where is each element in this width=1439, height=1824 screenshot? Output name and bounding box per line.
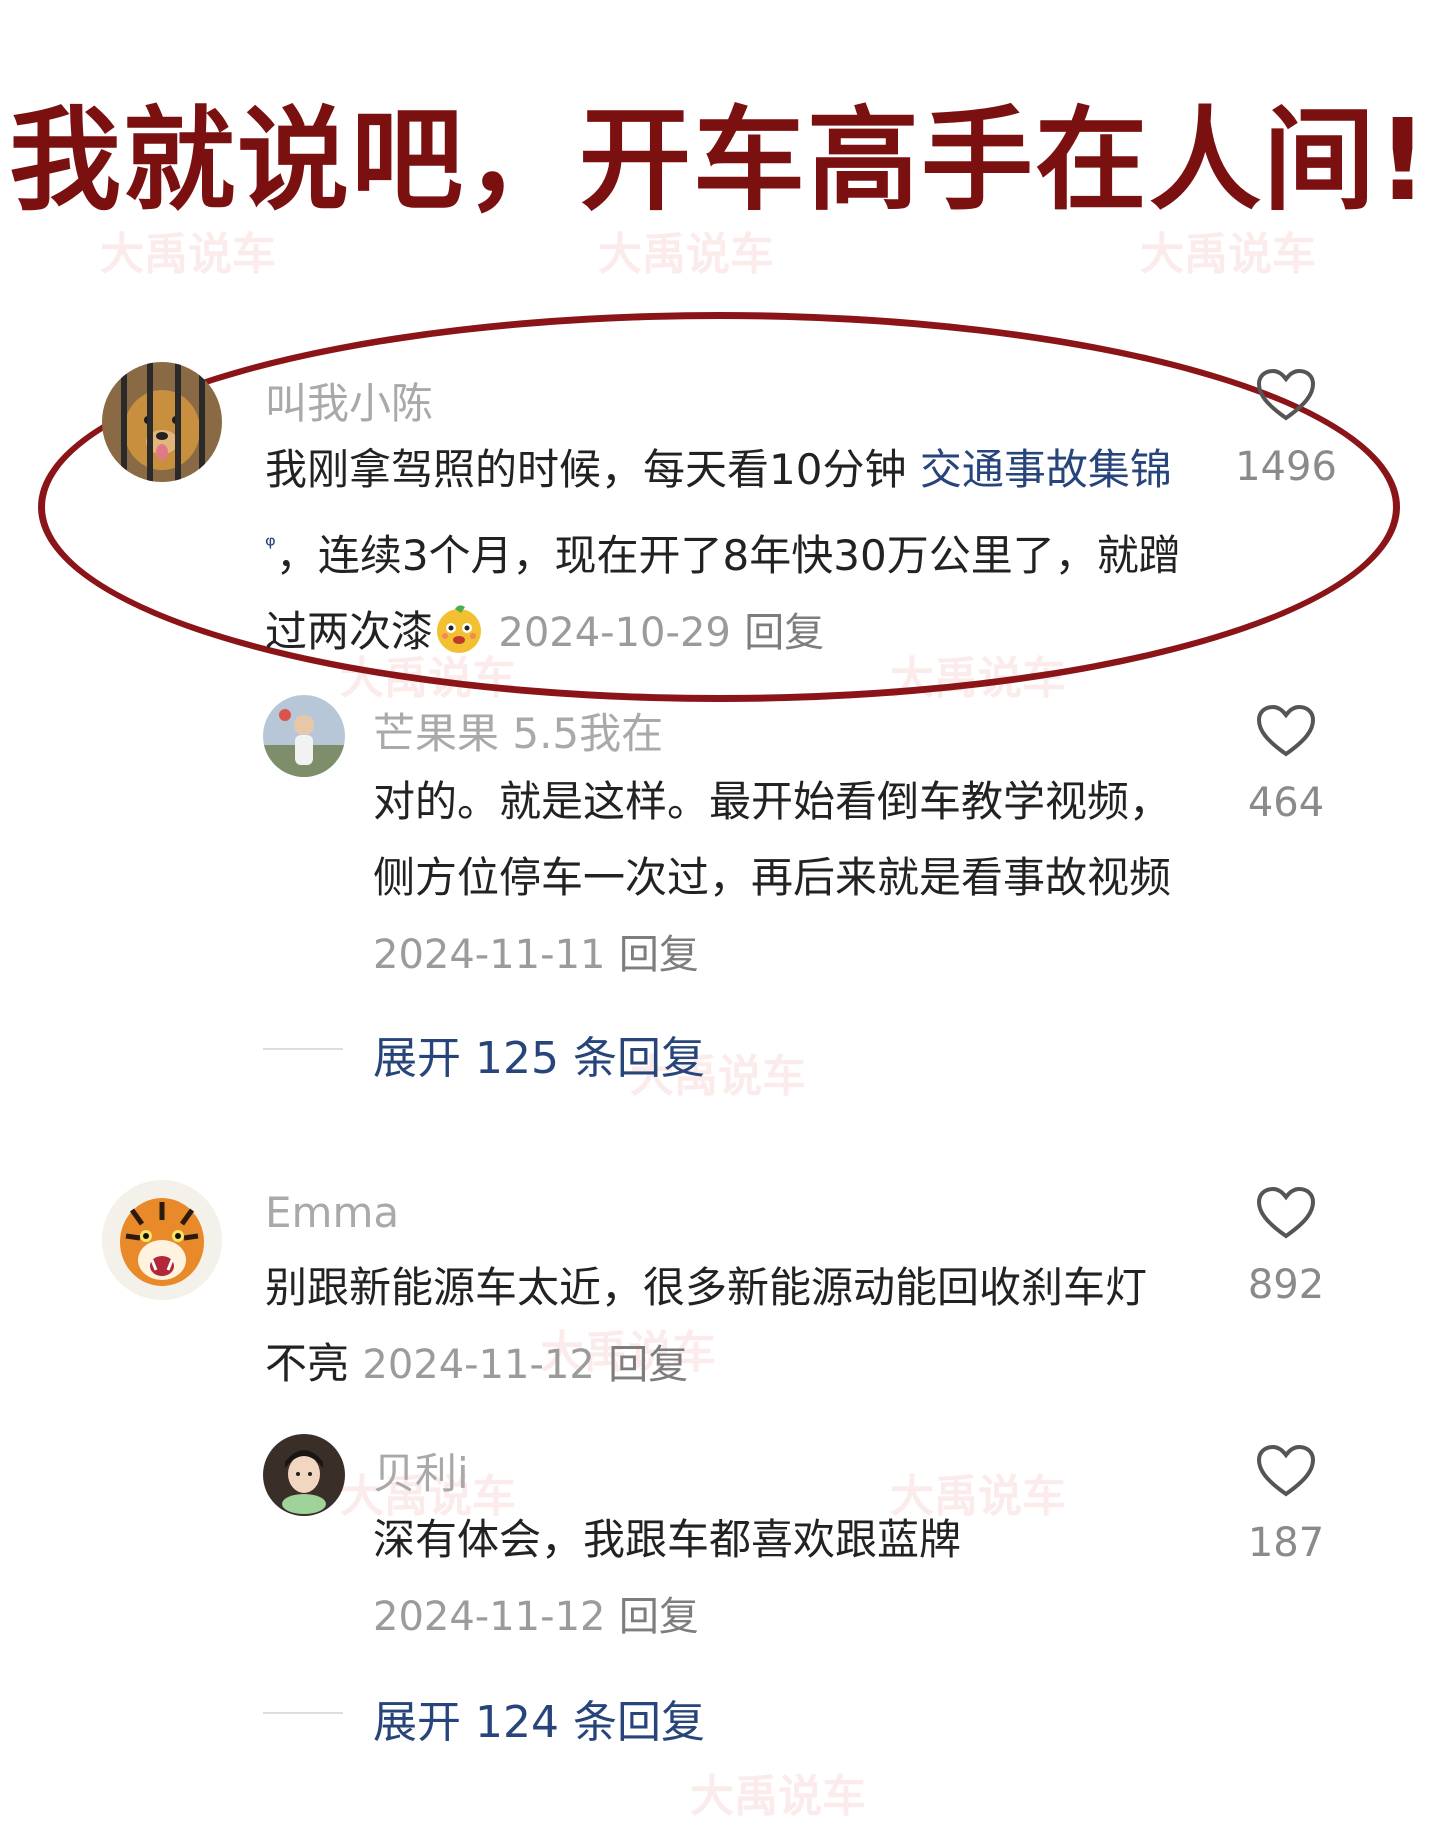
reply-button[interactable]: 回复 bbox=[619, 932, 699, 978]
expand-replies-button[interactable]: 展开 125 条回复 bbox=[373, 1022, 705, 1086]
heart-icon bbox=[1256, 704, 1316, 757]
comment-text: 深有体会，我跟车都喜欢跟蓝牌 2024-11-12 回复 bbox=[373, 1502, 1188, 1655]
expand-divider bbox=[263, 1712, 343, 1714]
comment-body: 我刚拿驾照的时候，每天看10分钟 bbox=[265, 445, 907, 494]
expand-divider bbox=[263, 1048, 343, 1050]
comment-username[interactable]: 贝利i bbox=[373, 1440, 469, 1501]
search-link-label: 交通事故集锦 bbox=[919, 445, 1172, 494]
comment-date: 2024-10-29 bbox=[498, 610, 731, 656]
watermark: 大禹说车 bbox=[690, 1771, 866, 1822]
avatar[interactable] bbox=[102, 362, 222, 482]
comment-text: 对的。就是这样。最开始看倒车教学视频，侧方位停车一次过，再后来就是看事故视频 2… bbox=[373, 764, 1188, 993]
like-button[interactable]: 464 bbox=[1216, 704, 1356, 826]
avatar[interactable] bbox=[102, 1180, 222, 1300]
heart-icon bbox=[1256, 1186, 1316, 1239]
like-button[interactable]: 892 bbox=[1216, 1186, 1356, 1308]
comment-text: 我刚拿驾照的时候，每天看10分钟 交通事故集锦ᵠ，连续3个月，现在开了8年快30… bbox=[265, 432, 1185, 671]
comment-date: 2024-11-12 bbox=[362, 1342, 595, 1388]
tiger-avatar-icon bbox=[102, 1180, 222, 1300]
mango-emoji-icon bbox=[437, 605, 482, 653]
avatar[interactable] bbox=[263, 695, 345, 777]
headline: 我就说吧，开车高手在人间! bbox=[8, 96, 1431, 226]
reply-button[interactable]: 回复 bbox=[744, 610, 824, 656]
comment-body: 深有体会，我跟车都喜欢跟蓝牌 bbox=[373, 1515, 962, 1564]
comment-date: 2024-11-12 bbox=[373, 1594, 606, 1640]
like-count: 464 bbox=[1247, 780, 1325, 826]
avatar[interactable] bbox=[263, 1434, 345, 1516]
expand-replies-button[interactable]: 展开 124 条回复 bbox=[373, 1686, 705, 1750]
comment-username[interactable]: 芒果果 5.5我在 bbox=[373, 700, 663, 761]
like-count: 892 bbox=[1247, 1262, 1325, 1308]
heart-icon bbox=[1256, 368, 1316, 421]
comment-date: 2024-11-11 bbox=[373, 932, 606, 978]
like-count: 187 bbox=[1247, 1520, 1325, 1566]
dog-avatar-icon bbox=[102, 362, 222, 482]
like-count: 1496 bbox=[1235, 444, 1337, 490]
search-icon: ᵠ bbox=[265, 531, 276, 561]
like-button[interactable]: 187 bbox=[1216, 1444, 1356, 1566]
person-avatar-icon bbox=[263, 695, 345, 777]
comment-text: 别跟新能源车太近，很多新能源动能回收刹车灯不亮 2024-11-12 回复 bbox=[265, 1250, 1185, 1403]
like-button[interactable]: 1496 bbox=[1216, 368, 1356, 490]
heart-icon bbox=[1256, 1444, 1316, 1497]
comment-username[interactable]: 叫我小陈 bbox=[265, 370, 433, 431]
comment-username[interactable]: Emma bbox=[265, 1188, 399, 1237]
reply-button[interactable]: 回复 bbox=[608, 1342, 688, 1388]
reply-button[interactable]: 回复 bbox=[619, 1594, 699, 1640]
comment-body: 对的。就是这样。最开始看倒车教学视频，侧方位停车一次过，再后来就是看事故视频 bbox=[373, 777, 1172, 902]
girl-avatar-icon bbox=[263, 1434, 345, 1516]
